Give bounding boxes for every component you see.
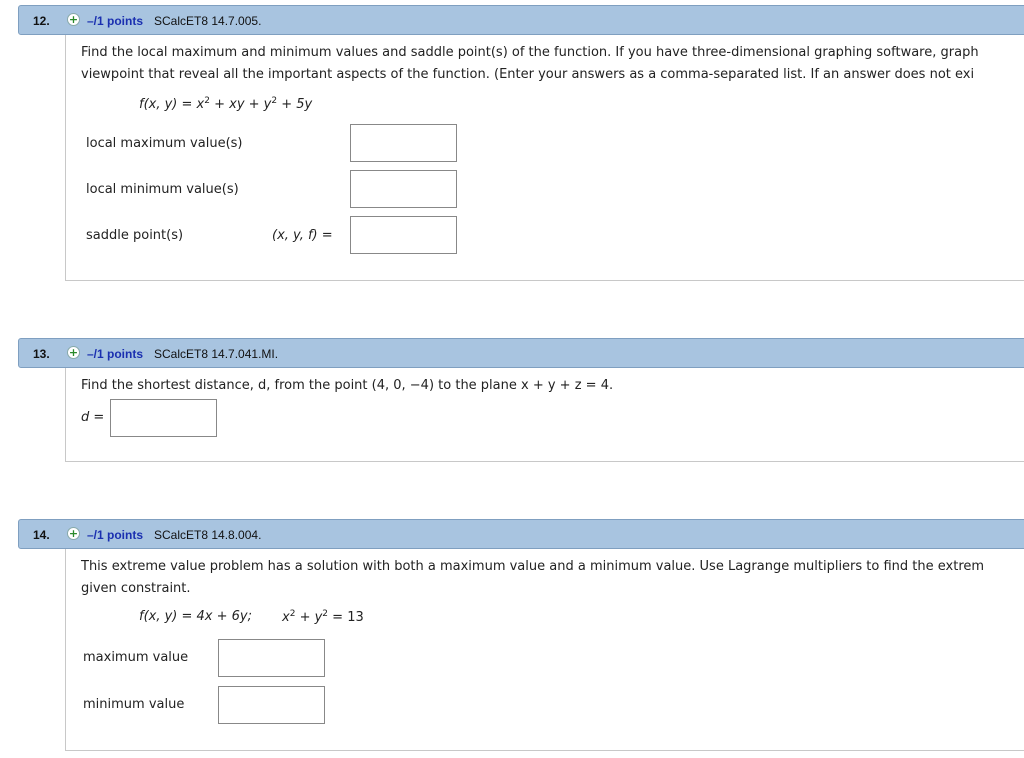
problem-source: SCalcET8 14.8.004. [154,528,262,542]
question-number: 14. [33,528,50,542]
maximum-value-label: maximum value [83,650,189,665]
saddle-point-label: saddle point(s) [86,228,184,243]
distance-input[interactable] [110,399,217,437]
question-14-body [65,549,1024,751]
expand-plus-icon[interactable]: + [67,13,80,26]
question-text-line-2: given constraint. [81,581,191,596]
maximum-value-input[interactable] [218,639,325,677]
question-text-line-2: viewpoint that reveal all the important … [81,67,975,82]
expand-plus-icon[interactable]: + [67,527,80,540]
local-min-label: local minimum value(s) [86,182,239,197]
minimum-value-input[interactable] [218,686,325,724]
question-13-header: 13. + –/1 points SCalcET8 14.7.041.MI. [18,338,1024,368]
local-max-label: local maximum value(s) [86,136,243,151]
question-text: Find the shortest distance, d, from the … [81,378,614,393]
distance-label: d = [81,410,105,425]
question-text-line-1: Find the local maximum and minimum value… [81,45,979,60]
points-label: –/1 points [87,14,144,28]
local-min-input[interactable] [350,170,457,208]
minimum-value-label: minimum value [83,697,185,712]
points-label: –/1 points [87,347,144,361]
constraint-expression: x2 + y2 = 13 [282,609,364,625]
question-number: 12. [33,14,50,28]
problem-source: SCalcET8 14.7.005. [154,14,262,28]
function-expression: f(x, y) = x2 + xy + y2 + 5y [139,96,313,112]
local-max-input[interactable] [350,124,457,162]
question-text-line-1: This extreme value problem has a solutio… [81,559,985,574]
saddle-coords-label: (x, y, f) = [272,228,333,243]
question-number: 13. [33,347,50,361]
function-expression: f(x, y) = 4x + 6y; [139,609,252,624]
problem-source: SCalcET8 14.7.041.MI. [154,347,279,361]
question-14-header: 14. + –/1 points SCalcET8 14.8.004. [18,519,1024,549]
points-label: –/1 points [87,528,144,542]
expand-plus-icon[interactable]: + [67,346,80,359]
saddle-point-input[interactable] [350,216,457,254]
question-12-header: 12. + –/1 points SCalcET8 14.7.005. [18,5,1024,35]
